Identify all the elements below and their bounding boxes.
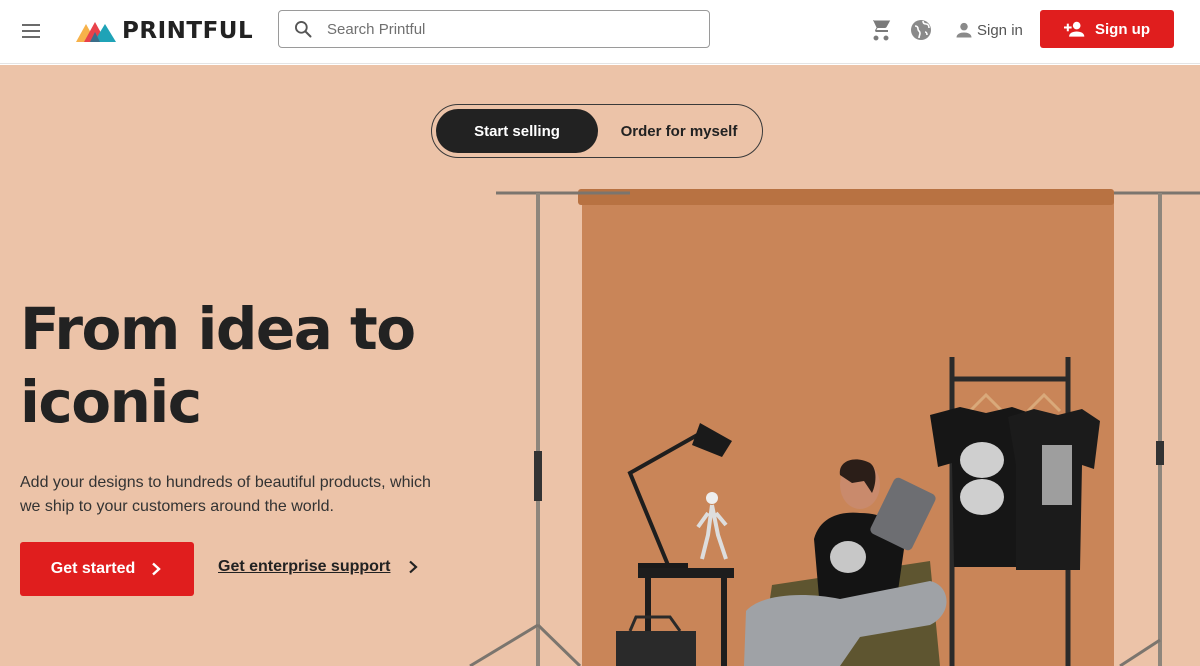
search-box[interactable]: [278, 10, 710, 48]
get-started-button[interactable]: Get started: [20, 542, 194, 596]
mode-toggle: Start selling Order for myself: [431, 104, 763, 158]
chevron-right-icon: [152, 562, 162, 576]
enterprise-support-link[interactable]: Get enterprise support: [218, 558, 420, 576]
chevron-right-icon: [409, 560, 419, 574]
sign-in-label: Sign in: [977, 21, 1023, 39]
order-for-myself-tab[interactable]: Order for myself: [598, 109, 760, 153]
search-icon: [295, 21, 312, 38]
headline-line-1: From idea to: [20, 295, 416, 363]
enterprise-support-label: Get enterprise support: [218, 558, 391, 575]
hero-section: Start selling Order for myself From idea…: [0, 65, 1200, 666]
get-started-label: Get started: [50, 560, 136, 577]
sign-up-button[interactable]: Sign up: [1040, 10, 1174, 48]
add-user-icon: [1064, 21, 1085, 37]
search-input[interactable]: [327, 20, 687, 38]
user-icon: [956, 22, 972, 38]
hero-subtext: Add your designs to hundreds of beautifu…: [20, 474, 431, 515]
sign-up-label: Sign up: [1095, 20, 1150, 38]
hamburger-menu-icon[interactable]: [18, 18, 44, 44]
printful-logo[interactable]: PRINTFUL: [76, 16, 253, 46]
start-selling-tab[interactable]: Start selling: [436, 109, 598, 153]
hero-headline: From idea to iconic: [20, 293, 460, 439]
headline-line-2: iconic: [20, 368, 202, 436]
logo-text: PRINTFUL: [122, 18, 254, 44]
globe-icon[interactable]: [909, 18, 933, 42]
sign-in-link[interactable]: Sign in: [954, 18, 1023, 42]
cart-icon[interactable]: [869, 18, 893, 42]
top-navigation-bar: PRINTFUL Sign in Sign up: [0, 0, 1200, 64]
printful-mountains-icon: [76, 22, 116, 42]
